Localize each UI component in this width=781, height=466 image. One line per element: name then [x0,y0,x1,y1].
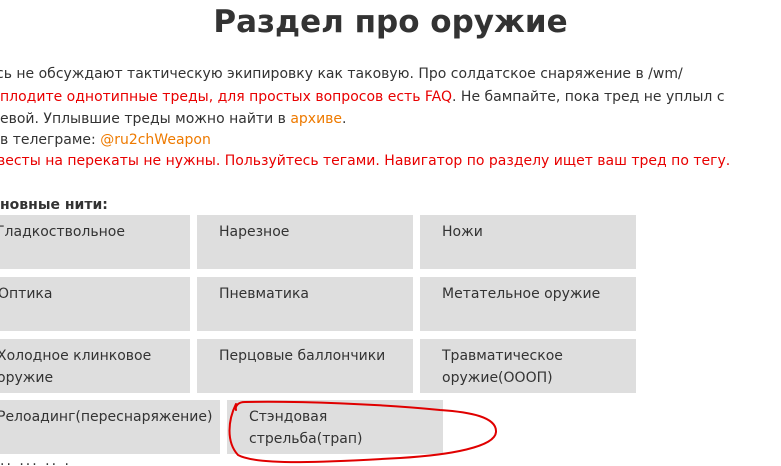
thread-label: Оптика [0,286,53,302]
thread-link-smoothbore[interactable]: Гладкоствольное [0,215,190,269]
thread-link-reloading[interactable]: Релоадинг(переснаряжение) [0,400,220,454]
section-label: новные нити: [0,197,108,213]
thread-label: Релоадинг(переснаряжение) [0,409,213,425]
thread-label: оружие [0,370,54,386]
page-title: Раздел про оружие [213,4,568,40]
thread-link-pepper-spray[interactable]: Перцовые баллончики [197,339,413,393]
thread-label: Стэндовая [249,409,328,425]
rules-line-4: в телеграме: @ru2chWeapon [0,129,211,151]
thread-label: Перцовые баллончики [219,348,386,364]
rules-warning-text: плодите однотипные треды, для простых во… [0,89,453,105]
thread-link-pneumatics[interactable]: Пневматика [197,277,413,331]
archive-link[interactable]: архиве [290,111,342,127]
rules-line-2: плодите однотипные треды, для простых во… [0,86,725,108]
telegram-label: в телеграме: [0,132,101,148]
thread-label: оружие(ОООП) [442,370,553,386]
thread-label: Холодное клинковое [0,348,152,364]
rules-text: . [342,111,347,127]
thread-link-rifled[interactable]: Нарезное [197,215,413,269]
rules-text: евой. Уплывшие треды можно найти в [0,111,291,127]
thread-link-cold-steel[interactable]: Холодное клинковое оружие [0,339,190,393]
thread-link-traumatic[interactable]: Травматическое оружие(ОООП) [420,339,636,393]
thread-label: Гладкоствольное [0,224,125,240]
rules-line-1: сь не обсуждают тактическую экипировку к… [0,63,683,85]
thread-label: Пневматика [219,286,309,302]
thread-link-trap-shooting[interactable]: Стэндовая стрельба(трап) [227,400,443,454]
rules-text: сь не обсуждают тактическую экипировку к… [0,66,683,82]
thread-label: Метательное оружие [442,286,601,302]
thread-label: Нарезное [219,224,290,240]
thread-link-throwing-weapons[interactable]: Метательное оружие [420,277,636,331]
rules-warning-text: весты на перекаты не нужны. Пользуйтесь … [0,153,731,169]
rules-line-5: весты на перекаты не нужны. Пользуйтесь … [0,150,730,172]
cut-off-next-line: ·· ··· ·· · [0,457,71,466]
rules-text: . Не бампайте, пока тред не уплыл с [452,89,725,105]
telegram-link[interactable]: @ru2chWeapon [100,132,211,148]
thread-label: Травматическое [442,348,563,364]
thread-label: стрельба(трап) [249,431,363,447]
rules-line-3: евой. Уплывшие треды можно найти в архив… [0,108,347,130]
thread-link-optics[interactable]: Оптика [0,277,190,331]
thread-label: Ножи [442,224,483,240]
thread-link-knives[interactable]: Ножи [420,215,636,269]
